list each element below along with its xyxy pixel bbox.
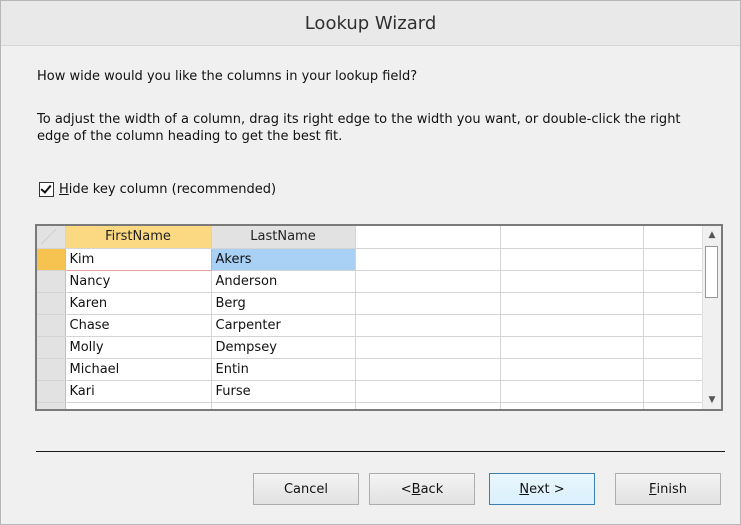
instructions-text: To adjust the width of a column, drag it… — [37, 112, 681, 144]
hide-key-label[interactable]: Hide key column (recommended) — [59, 182, 276, 197]
select-all-corner[interactable] — [37, 226, 66, 249]
row-selector[interactable] — [37, 270, 66, 293]
cell-firstname[interactable]: Nancy — [65, 270, 212, 293]
header-row: FirstName LastName — [37, 226, 704, 249]
cell-firstname[interactable]: Kim — [64, 247, 212, 271]
empty-cell — [643, 402, 704, 409]
empty-cell — [355, 292, 501, 315]
table-row: Chase Carpenter — [37, 314, 704, 337]
column-width-grid[interactable]: FirstName LastName Kim Akers Nancy Ander… — [35, 224, 723, 411]
empty-cell — [643, 336, 704, 359]
row-selector[interactable] — [37, 292, 66, 315]
empty-cell — [500, 314, 644, 337]
table-row: Molly Dempsey — [37, 336, 704, 359]
question-text: How wide would you like the columns in y… — [37, 69, 418, 84]
empty-cell — [355, 380, 501, 403]
scroll-up-arrow-icon[interactable]: ▲ — [703, 226, 721, 244]
empty-cell — [211, 402, 356, 409]
divider — [36, 451, 725, 452]
empty-cell — [355, 358, 501, 381]
empty-cell — [643, 292, 704, 315]
row-selector[interactable] — [37, 314, 66, 337]
empty-cell — [355, 270, 501, 293]
cell-lastname[interactable]: Dempsey — [211, 336, 356, 359]
hide-key-checkbox[interactable] — [39, 182, 54, 197]
dialog-title: Lookup Wizard — [304, 12, 437, 34]
empty-cell — [643, 314, 704, 337]
row-selector[interactable] — [37, 380, 66, 403]
empty-cell — [500, 402, 644, 409]
cancel-button[interactable]: Cancel — [253, 473, 359, 505]
cell-firstname[interactable]: Chase — [65, 314, 212, 337]
empty-cell — [65, 402, 212, 409]
dialog-body: How wide would you like the columns in y… — [1, 46, 740, 524]
table-row: Karen Berg — [37, 292, 704, 315]
empty-cell — [643, 248, 704, 271]
empty-cell — [643, 270, 704, 293]
cell-firstname[interactable]: Karen — [65, 292, 212, 315]
back-button[interactable]: < Back — [369, 473, 475, 505]
empty-header-cell — [643, 226, 704, 249]
cell-lastname[interactable]: Carpenter — [211, 314, 356, 337]
empty-cell — [500, 358, 644, 381]
table-row: Kari Furse — [37, 380, 704, 403]
vertical-scrollbar[interactable]: ▲ ▼ — [702, 226, 721, 409]
empty-cell — [500, 248, 644, 271]
empty-cell — [355, 402, 501, 409]
row-selector[interactable] — [37, 402, 66, 409]
cell-firstname[interactable]: Michael — [65, 358, 212, 381]
finish-button[interactable]: Finish — [615, 473, 721, 505]
cell-lastname[interactable]: Furse — [211, 380, 356, 403]
empty-header-cell — [500, 226, 644, 249]
empty-cell — [500, 380, 644, 403]
empty-cell — [643, 358, 704, 381]
table-row: Nancy Anderson — [37, 270, 704, 293]
cell-lastname-selected[interactable]: Akers — [211, 248, 356, 271]
cell-lastname[interactable]: Berg — [211, 292, 356, 315]
row-selector-current[interactable] — [37, 248, 66, 271]
title-bar: Lookup Wizard — [1, 1, 740, 46]
table-row: Michael Entin — [37, 358, 704, 381]
cell-firstname[interactable]: Kari — [65, 380, 212, 403]
cell-lastname[interactable]: Anderson — [211, 270, 356, 293]
table-row: Kim Akers — [37, 247, 704, 271]
hide-key-column-option[interactable]: Hide key column (recommended) — [39, 182, 276, 197]
next-button[interactable]: Next > — [489, 473, 595, 505]
column-header-firstname[interactable]: FirstName — [65, 226, 212, 249]
column-header-lastname[interactable]: LastName — [211, 226, 356, 249]
scrollbar-thumb[interactable] — [705, 246, 718, 298]
scroll-down-arrow-icon[interactable]: ▼ — [703, 391, 721, 409]
empty-cell — [355, 248, 501, 271]
empty-header-cell — [355, 226, 501, 249]
row-selector[interactable] — [37, 358, 66, 381]
empty-cell — [500, 336, 644, 359]
cell-firstname[interactable]: Molly — [65, 336, 212, 359]
empty-cell — [500, 270, 644, 293]
empty-cell — [355, 336, 501, 359]
row-selector[interactable] — [37, 336, 66, 359]
empty-cell — [355, 314, 501, 337]
empty-cell — [643, 380, 704, 403]
lookup-wizard-dialog: Lookup Wizard How wide would you like th… — [0, 0, 741, 525]
cell-lastname[interactable]: Entin — [211, 358, 356, 381]
table-row-partial — [37, 402, 704, 409]
empty-cell — [500, 292, 644, 315]
